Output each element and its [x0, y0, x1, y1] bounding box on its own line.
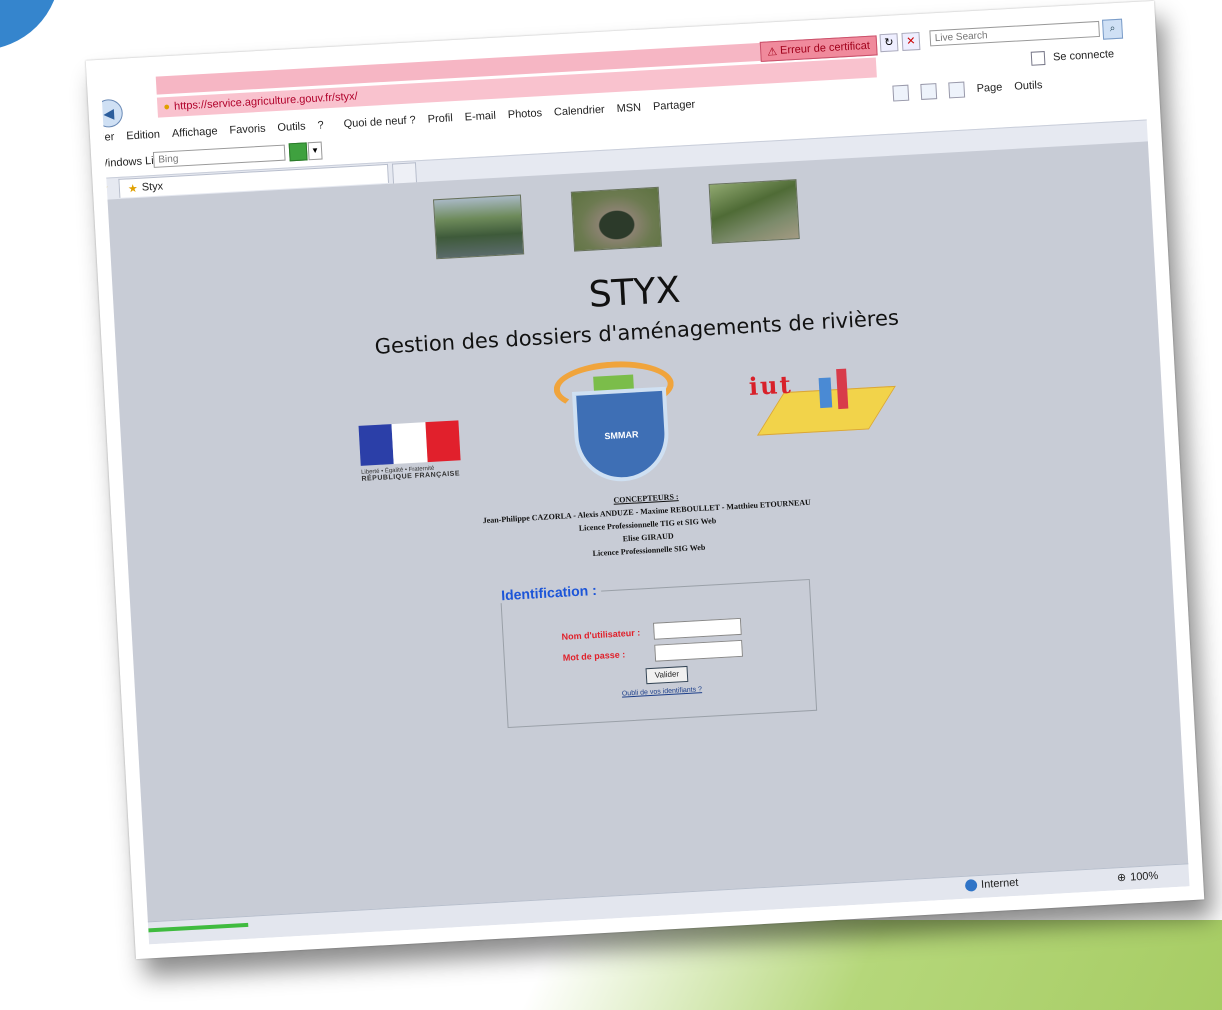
- smmar-badge: SMMAR: [571, 386, 671, 484]
- iut-building-1: [818, 377, 833, 409]
- corner-decoration: [0, 0, 60, 50]
- security-zone[interactable]: Internet: [964, 871, 1115, 892]
- link-photos[interactable]: Photos: [507, 107, 542, 121]
- river-photo-2: [570, 186, 663, 252]
- username-label: Nom d'utilisateur :: [561, 627, 641, 642]
- feeds-icon[interactable]: [920, 83, 938, 100]
- login-form: Identification : Nom d'utilisateur : Mot…: [496, 578, 818, 729]
- republique-francaise-logo: Liberté • Égalité • Fraternité RÉPUBLIQU…: [358, 420, 462, 483]
- zoom-level: 100%: [1129, 869, 1159, 884]
- menu-file[interactable]: hier: [100, 131, 114, 144]
- home-icon[interactable]: [892, 84, 910, 102]
- page-favicon-icon: ★: [127, 182, 139, 195]
- iut-letters: iut: [748, 369, 794, 402]
- iut-building-2: [836, 368, 849, 410]
- menu-help[interactable]: ?: [317, 119, 324, 131]
- link-email[interactable]: E-mail: [464, 110, 496, 124]
- shield-icon: ⚠: [766, 45, 778, 58]
- tools-menu[interactable]: Outils: [1014, 79, 1043, 93]
- new-tab-button[interactable]: [391, 162, 418, 184]
- tab-label: Styx: [141, 180, 164, 194]
- live-search-input[interactable]: [929, 20, 1100, 47]
- page-content: STYX Gestion des dossiers d'aménagements…: [100, 140, 1190, 924]
- stop-icon[interactable]: ✕: [901, 31, 921, 51]
- forgot-credentials-link[interactable]: Oubli de vos identifiants ?: [622, 686, 702, 697]
- page-menu[interactable]: Page: [976, 81, 1002, 94]
- print-icon[interactable]: [948, 81, 966, 99]
- zoom-control[interactable]: ⊕ 100%: [1117, 869, 1159, 884]
- sign-in-label: Se connecte: [1052, 48, 1115, 64]
- password-label: Mot de passe :: [562, 649, 626, 663]
- river-photo-3: [708, 179, 800, 244]
- command-bar: Page Outils: [892, 77, 1043, 102]
- username-field[interactable]: [652, 617, 742, 640]
- smmar-logo: SMMAR: [552, 358, 679, 484]
- sign-in-area[interactable]: Se connecte: [1030, 47, 1115, 66]
- menu-favorites[interactable]: Favoris: [229, 123, 266, 137]
- screenshot-photo-frame: ⚠ Erreur de certificat ↻ ✕ ⌕ ◀ ● https:/…: [85, 0, 1205, 960]
- link-whats-new[interactable]: Quoi de neuf ?: [343, 114, 416, 130]
- link-profile[interactable]: Profil: [427, 112, 453, 125]
- header-photos: [433, 179, 800, 260]
- french-flag-icon: [358, 420, 461, 466]
- url-text: https://service.agriculture.gouv.fr/styx…: [173, 90, 358, 113]
- bing-search-input[interactable]: [152, 144, 286, 168]
- menu-edit[interactable]: Edition: [126, 129, 160, 143]
- iut-logo: iut: [748, 356, 896, 444]
- submit-button[interactable]: Valider: [645, 665, 689, 685]
- nav-buttons: ↻ ✕: [879, 31, 921, 53]
- login-legend: Identification :: [496, 581, 602, 604]
- credits-block: CONCEPTEURS : Jean-Philippe CAZORLA - Al…: [106, 462, 1190, 587]
- link-msn[interactable]: MSN: [616, 102, 641, 115]
- favorites-star-icon[interactable]: ★: [100, 181, 109, 198]
- progress-bar: [148, 922, 249, 933]
- chevron-down-icon[interactable]: ▼: [307, 141, 323, 161]
- menu-bar: hier Edition Affichage Favoris Outils ?: [100, 119, 324, 144]
- menu-tools[interactable]: Outils: [277, 120, 306, 134]
- lock-icon: ●: [163, 100, 171, 114]
- green-band-decoration: [521, 920, 1222, 1010]
- checkbox-icon: [1030, 51, 1046, 66]
- zone-label: Internet: [980, 876, 1019, 891]
- zoom-icon: ⊕: [1116, 871, 1127, 885]
- link-share[interactable]: Partager: [653, 99, 696, 113]
- globe-icon: [964, 879, 978, 892]
- river-photo-1: [433, 194, 525, 260]
- cert-error-label: Erreur de certificat: [779, 39, 871, 57]
- search-icon[interactable]: ⌕: [1102, 18, 1124, 40]
- menu-view[interactable]: Affichage: [172, 125, 218, 140]
- search-go-icon[interactable]: [288, 142, 308, 162]
- refresh-icon[interactable]: ↻: [879, 33, 899, 53]
- back-button[interactable]: ◀: [100, 98, 124, 129]
- browser-window: ⚠ Erreur de certificat ↻ ✕ ⌕ ◀ ● https:/…: [100, 15, 1190, 945]
- link-calendar[interactable]: Calendrier: [554, 104, 605, 119]
- password-field[interactable]: [654, 639, 744, 662]
